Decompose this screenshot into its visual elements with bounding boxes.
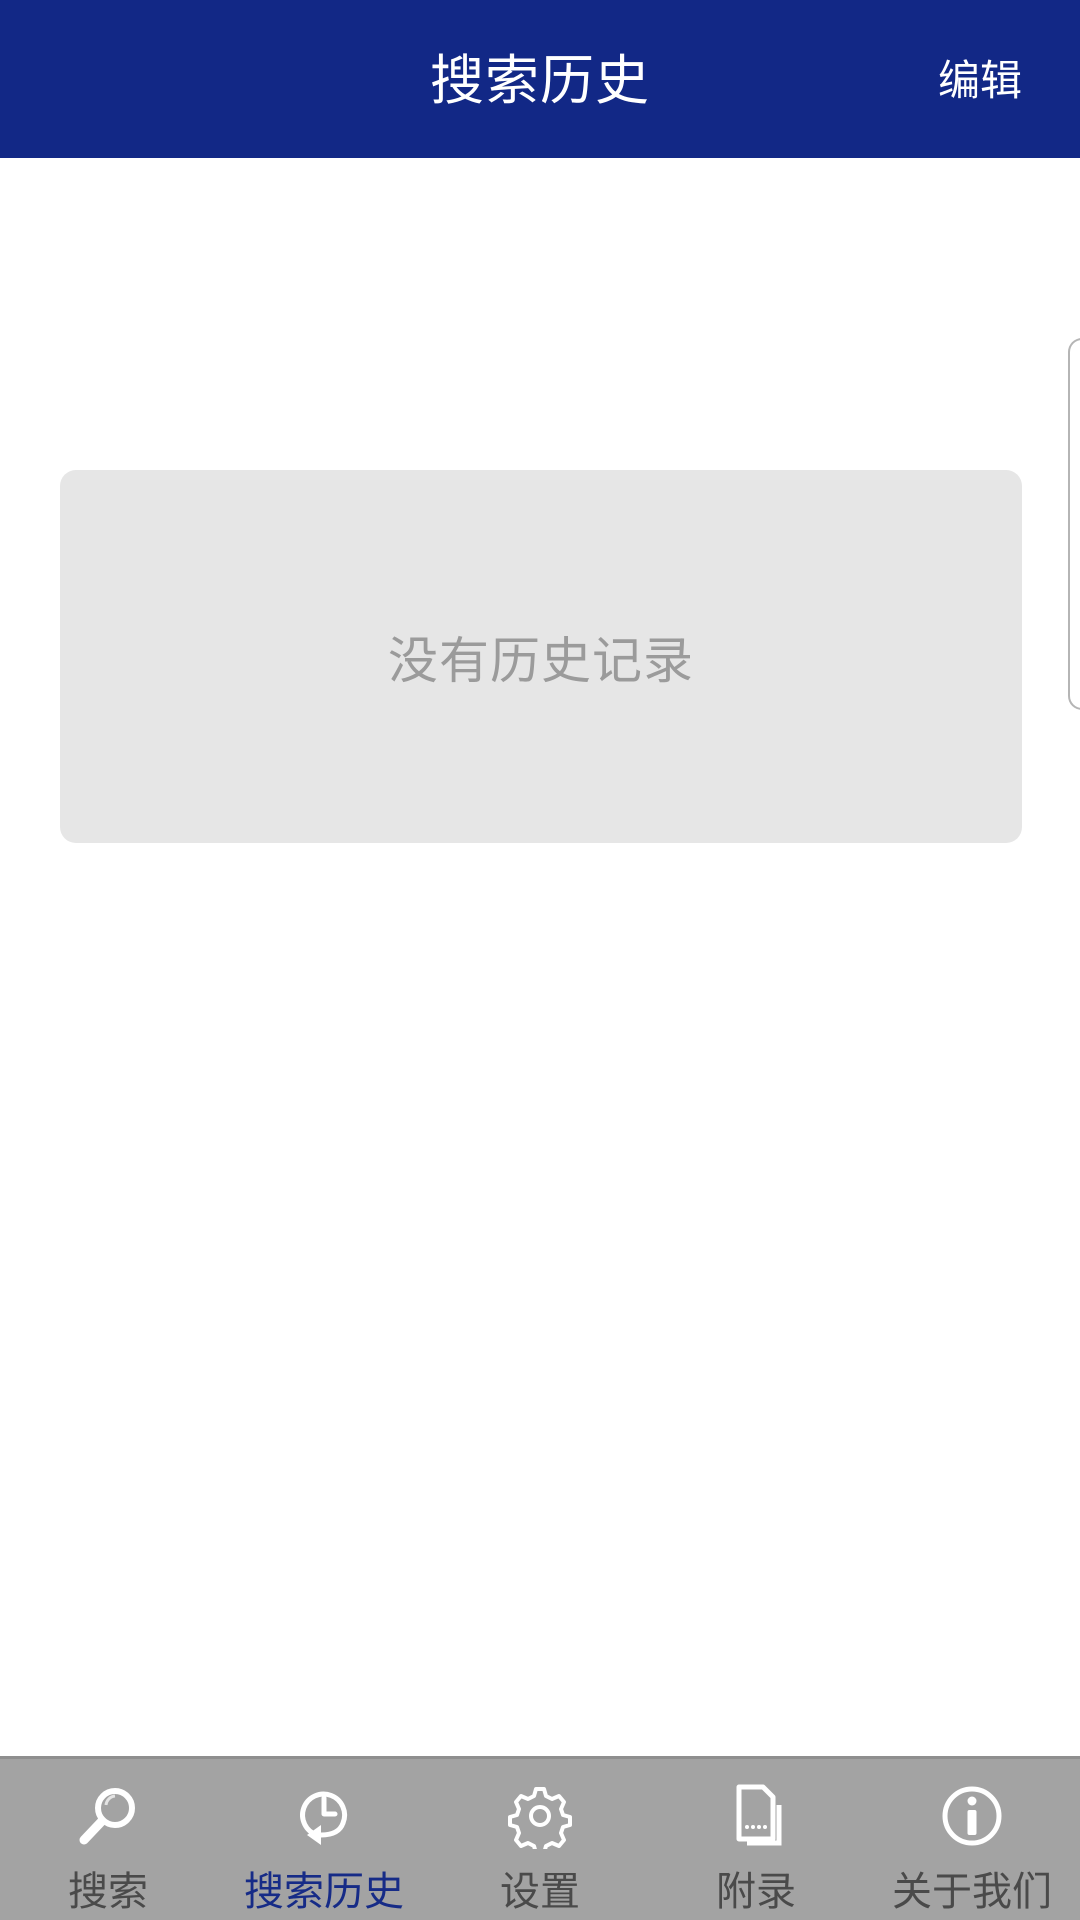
header-bar: 搜索历史 编辑 — [0, 0, 1080, 158]
empty-state-message: 没有历史记录 — [388, 631, 694, 690]
page-title: 搜索历史 — [430, 49, 650, 112]
tab-label: 附录 — [716, 1869, 796, 1915]
tab-label: 搜索历史 — [244, 1869, 404, 1915]
tab-label: 搜索 — [68, 1869, 148, 1915]
tab-label: 设置 — [500, 1869, 580, 1915]
tab-label: 关于我们 — [892, 1869, 1052, 1915]
search-icon — [75, 1783, 141, 1849]
tab-search-history[interactable]: 搜索历史 — [216, 1759, 432, 1920]
tab-search[interactable]: 搜索 — [0, 1759, 216, 1920]
gear-icon — [507, 1783, 573, 1849]
info-icon — [939, 1783, 1005, 1849]
tab-appendix[interactable]: 附录 — [648, 1759, 864, 1920]
history-icon — [291, 1783, 357, 1849]
app-screen: 搜索历史 编辑 没有历史记录 搜索 搜索历史 设置 附录 关于我们 — [0, 0, 1080, 1920]
bottom-tab-bar: 搜索 搜索历史 设置 附录 关于我们 — [0, 1756, 1080, 1920]
document-icon — [723, 1783, 789, 1849]
tab-settings[interactable]: 设置 — [432, 1759, 648, 1920]
tab-about-us[interactable]: 关于我们 — [864, 1759, 1080, 1920]
empty-state-card: 没有历史记录 — [60, 470, 1022, 843]
edit-button[interactable]: 编辑 — [938, 0, 1022, 158]
edge-panel-handle[interactable] — [1068, 338, 1080, 710]
